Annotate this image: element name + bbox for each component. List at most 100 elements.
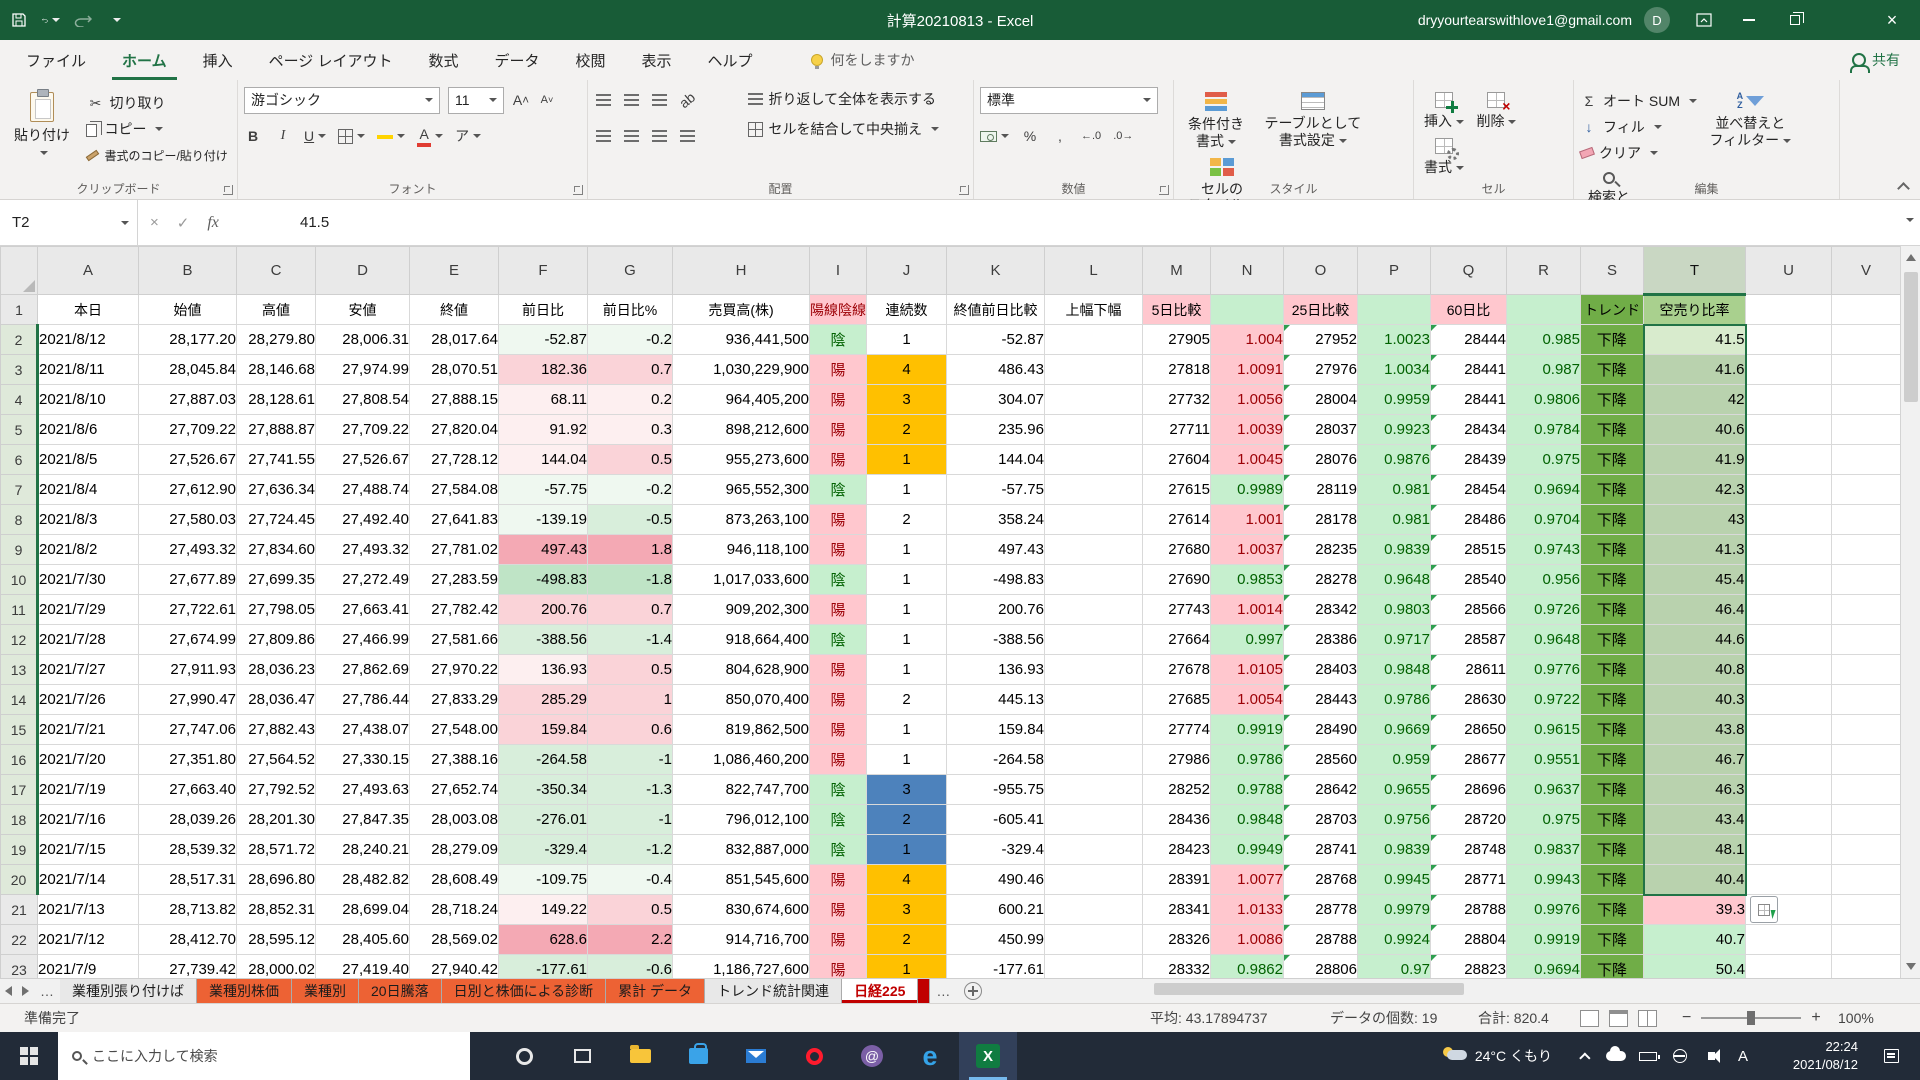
new-sheet-button[interactable] (964, 982, 982, 1000)
sheet-nav-left-icon[interactable] (5, 986, 12, 996)
network-icon[interactable] (1666, 1032, 1694, 1080)
cell-O13[interactable]: 28403 (1284, 655, 1358, 685)
cut-button[interactable]: ✂切り取り (86, 92, 227, 114)
cell-S6[interactable]: 下降 (1581, 445, 1644, 475)
cell-G6[interactable]: 0.5 (588, 445, 673, 475)
wrap-text-button[interactable]: 折り返して全体を表示する (748, 84, 939, 114)
cell-S15[interactable]: 下降 (1581, 715, 1644, 745)
column-header-E[interactable]: E (410, 247, 499, 295)
cell-G10[interactable]: -1.8 (588, 565, 673, 595)
cell-T7[interactable]: 42.3 (1644, 475, 1746, 505)
cell-R11[interactable]: 0.9726 (1507, 595, 1581, 625)
cell-T20[interactable]: 40.4 (1644, 865, 1746, 895)
select-all-button[interactable] (1, 247, 38, 295)
tray-chevron-up-icon[interactable] (1574, 1032, 1600, 1080)
cell-B14[interactable]: 27,990.47 (139, 685, 237, 715)
cell-G20[interactable]: -0.4 (588, 865, 673, 895)
cell-M13[interactable]: 27678 (1143, 655, 1211, 685)
quick-analysis-button[interactable] (1750, 896, 1778, 923)
cell-S2[interactable]: 下降 (1581, 325, 1644, 355)
cell-E15[interactable]: 27,548.00 (410, 715, 499, 745)
cell-L5[interactable] (1045, 415, 1143, 445)
cell-T17[interactable]: 46.3 (1644, 775, 1746, 805)
cell-F2[interactable]: -52.87 (499, 325, 588, 355)
cell-L2[interactable] (1045, 325, 1143, 355)
cell-V12[interactable] (1832, 625, 1901, 655)
cell-J3[interactable]: 4 (867, 355, 947, 385)
cell-E12[interactable]: 27,581.66 (410, 625, 499, 655)
page-break-view-icon[interactable] (1638, 1010, 1657, 1027)
cell-M15[interactable]: 27774 (1143, 715, 1211, 745)
column-header-D[interactable]: D (316, 247, 410, 295)
italic-button[interactable]: I (274, 127, 292, 145)
expand-formula-bar-icon[interactable] (1906, 218, 1914, 222)
cell-S19[interactable]: 下降 (1581, 835, 1644, 865)
cell-H6[interactable]: 955,273,600 (673, 445, 810, 475)
cell-U5[interactable] (1746, 415, 1832, 445)
taskbar-app-mail[interactable] (727, 1032, 785, 1080)
cell-Q11[interactable]: 28566 (1431, 595, 1507, 625)
taskbar-app-store[interactable] (669, 1032, 727, 1080)
row-header-16[interactable]: 16 (1, 745, 38, 775)
cell-I12[interactable]: 陰 (810, 625, 867, 655)
cell-C2[interactable]: 28,279.80 (237, 325, 316, 355)
cell-I13[interactable]: 陽 (810, 655, 867, 685)
cell-N17[interactable]: 0.9788 (1211, 775, 1284, 805)
alignment-dialog-launcher-icon[interactable] (959, 185, 969, 195)
cell-D8[interactable]: 27,492.40 (316, 505, 410, 535)
onedrive-cloud-icon[interactable] (1602, 1032, 1630, 1080)
cell-E16[interactable]: 27,388.16 (410, 745, 499, 775)
cell-U22[interactable] (1746, 925, 1832, 955)
cell-P14[interactable]: 0.9786 (1358, 685, 1431, 715)
cell-N1[interactable] (1211, 295, 1284, 325)
grow-font-icon[interactable]: A˄ (512, 91, 530, 109)
cell-J1[interactable]: 連続数 (867, 295, 947, 325)
cell-V17[interactable] (1832, 775, 1901, 805)
cell-L10[interactable] (1045, 565, 1143, 595)
cell-A16[interactable]: 2021/7/20 (38, 745, 139, 775)
cell-F3[interactable]: 182.36 (499, 355, 588, 385)
cell-N10[interactable]: 0.9853 (1211, 565, 1284, 595)
cell-A14[interactable]: 2021/7/26 (38, 685, 139, 715)
cell-R18[interactable]: 0.975 (1507, 805, 1581, 835)
cell-A4[interactable]: 2021/8/10 (38, 385, 139, 415)
number-dialog-launcher-icon[interactable] (1159, 185, 1169, 195)
collapse-ribbon-icon[interactable] (1897, 182, 1910, 195)
currency-button[interactable] (980, 127, 1009, 145)
cell-I17[interactable]: 陰 (810, 775, 867, 805)
cell-V2[interactable] (1832, 325, 1901, 355)
column-header-R[interactable]: R (1507, 247, 1581, 295)
ribbon-tab-ホーム[interactable]: ホーム (104, 40, 185, 80)
cell-J20[interactable]: 4 (867, 865, 947, 895)
sheet-nav-right-icon[interactable] (22, 986, 29, 996)
cell-R8[interactable]: 0.9704 (1507, 505, 1581, 535)
cell-K19[interactable]: -329.4 (947, 835, 1045, 865)
cell-K18[interactable]: -605.41 (947, 805, 1045, 835)
align-bottom-icon[interactable] (650, 91, 668, 109)
cell-V11[interactable] (1832, 595, 1901, 625)
cell-H13[interactable]: 804,628,900 (673, 655, 810, 685)
cell-C9[interactable]: 27,834.60 (237, 535, 316, 565)
cell-C17[interactable]: 27,792.52 (237, 775, 316, 805)
cell-P11[interactable]: 0.9803 (1358, 595, 1431, 625)
cell-J5[interactable]: 2 (867, 415, 947, 445)
cell-K4[interactable]: 304.07 (947, 385, 1045, 415)
cell-K20[interactable]: 490.46 (947, 865, 1045, 895)
cell-M8[interactable]: 27614 (1143, 505, 1211, 535)
cell-B19[interactable]: 28,539.32 (139, 835, 237, 865)
cell-I23[interactable]: 陽 (810, 955, 867, 979)
align-center-icon[interactable] (622, 127, 640, 145)
cell-N16[interactable]: 0.9786 (1211, 745, 1284, 775)
cell-L18[interactable] (1045, 805, 1143, 835)
cell-P15[interactable]: 0.9669 (1358, 715, 1431, 745)
cell-B20[interactable]: 28,517.31 (139, 865, 237, 895)
cell-P18[interactable]: 0.9756 (1358, 805, 1431, 835)
ribbon-tab-挿入[interactable]: 挿入 (185, 40, 251, 80)
cell-J10[interactable]: 1 (867, 565, 947, 595)
cell-M11[interactable]: 27743 (1143, 595, 1211, 625)
cell-J17[interactable]: 3 (867, 775, 947, 805)
cell-K15[interactable]: 159.84 (947, 715, 1045, 745)
cell-H4[interactable]: 964,405,200 (673, 385, 810, 415)
row-header-9[interactable]: 9 (1, 535, 38, 565)
cell-V22[interactable] (1832, 925, 1901, 955)
